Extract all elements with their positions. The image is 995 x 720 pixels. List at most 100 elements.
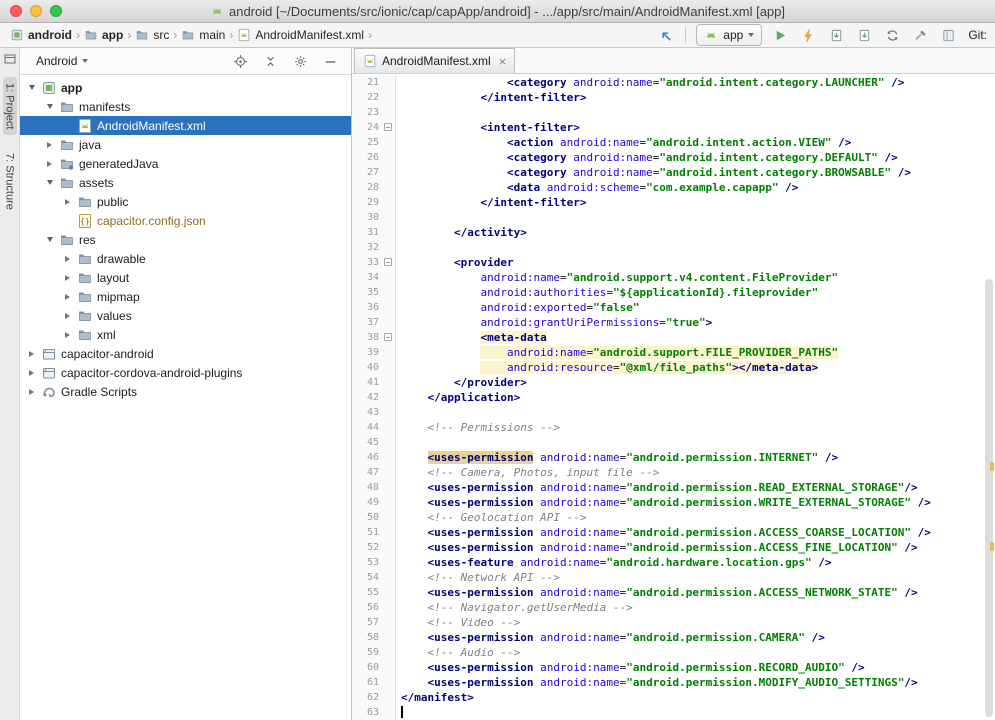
tree-item-capacitor-config-json[interactable]: {}capacitor.config.json: [20, 211, 351, 230]
code-line[interactable]: 32: [352, 240, 995, 255]
code-line[interactable]: 31 </activity>: [352, 225, 995, 240]
hide-panel-icon[interactable]: [322, 53, 339, 70]
code-line[interactable]: 39 android:name="android.support.FILE_PR…: [352, 345, 995, 360]
breadcrumb-item-main[interactable]: main: [179, 27, 227, 43]
code-line[interactable]: 42 </application>: [352, 390, 995, 405]
code-line[interactable]: 37 android:grantUriPermissions="true">: [352, 315, 995, 330]
attach-debugger-button[interactable]: [854, 25, 874, 45]
code-line[interactable]: 38− <meta-data: [352, 330, 995, 345]
apply-changes-button[interactable]: [798, 25, 818, 45]
expand-toggle-icon[interactable]: [44, 142, 55, 148]
breadcrumb-item-android[interactable]: android: [8, 27, 74, 43]
editor-scrollbar[interactable]: [985, 279, 993, 717]
code-line[interactable]: 22 </intent-filter>: [352, 90, 995, 105]
tree-item-app[interactable]: app: [20, 78, 351, 97]
code-line[interactable]: 25 <action android:name="android.intent.…: [352, 135, 995, 150]
expand-toggle-icon[interactable]: [26, 389, 37, 395]
code-line[interactable]: 40 android:resource="@xml/file_paths"></…: [352, 360, 995, 375]
expand-toggle-icon[interactable]: [26, 370, 37, 376]
project-view-selector[interactable]: Android: [36, 54, 77, 68]
code-line[interactable]: 52 <uses-permission android:name="androi…: [352, 540, 995, 555]
minimize-window-button[interactable]: [30, 5, 42, 17]
tree-item-drawable[interactable]: drawable: [20, 249, 351, 268]
expand-toggle-icon[interactable]: [44, 180, 55, 185]
code-line[interactable]: 60 <uses-permission android:name="androi…: [352, 660, 995, 675]
code-line[interactable]: 21 <category android:name="android.inten…: [352, 75, 995, 90]
back-arrow-icon[interactable]: [655, 25, 675, 45]
code-line[interactable]: 28 <data android:scheme="com.example.cap…: [352, 180, 995, 195]
build-button[interactable]: [910, 25, 930, 45]
tool-window-bars-icon[interactable]: [4, 53, 16, 68]
tree-item-gradle-scripts[interactable]: Gradle Scripts: [20, 382, 351, 401]
code-line[interactable]: 23: [352, 105, 995, 120]
code-line[interactable]: 35 android:authorities="${applicationId}…: [352, 285, 995, 300]
zoom-window-button[interactable]: [50, 5, 62, 17]
install-run-button[interactable]: [826, 25, 846, 45]
tab-androidmanifest[interactable]: AndroidManifest.xml ×: [354, 48, 515, 73]
code-line[interactable]: 50 <!-- Geolocation API -->: [352, 510, 995, 525]
expand-toggle-icon[interactable]: [62, 332, 73, 338]
breadcrumb-item-app[interactable]: app: [82, 27, 125, 43]
expand-toggle-icon[interactable]: [44, 161, 55, 167]
collapse-all-icon[interactable]: [262, 53, 279, 70]
code-editor[interactable]: 21 <category android:name="android.inten…: [352, 74, 995, 720]
tree-item-manifests[interactable]: manifests: [20, 97, 351, 116]
breadcrumb-item-androidmanifest-xml[interactable]: AndroidManifest.xml: [235, 27, 366, 43]
gradle-sync-button[interactable]: [882, 25, 902, 45]
code-line[interactable]: 48 <uses-permission android:name="androi…: [352, 480, 995, 495]
code-line[interactable]: 45: [352, 435, 995, 450]
code-line[interactable]: 44 <!-- Permissions -->: [352, 420, 995, 435]
code-line[interactable]: 49 <uses-permission android:name="androi…: [352, 495, 995, 510]
code-line[interactable]: 34 android:name="android.support.v4.cont…: [352, 270, 995, 285]
tree-item-values[interactable]: values: [20, 306, 351, 325]
code-line[interactable]: 58 <uses-permission android:name="androi…: [352, 630, 995, 645]
code-line[interactable]: 56 <!-- Navigator.getUserMedia -->: [352, 600, 995, 615]
expand-toggle-icon[interactable]: [26, 351, 37, 357]
code-line[interactable]: 33− <provider: [352, 255, 995, 270]
tree-item-capacitor-cordova-android-plugins[interactable]: capacitor-cordova-android-plugins: [20, 363, 351, 382]
tree-item-layout[interactable]: layout: [20, 268, 351, 287]
code-line[interactable]: 62</manifest>: [352, 690, 995, 705]
code-line[interactable]: 27 <category android:name="android.inten…: [352, 165, 995, 180]
error-stripe-mark[interactable]: [990, 462, 994, 471]
code-line[interactable]: 55 <uses-permission android:name="androi…: [352, 585, 995, 600]
device-manager-button[interactable]: [938, 25, 958, 45]
settings-icon[interactable]: [292, 53, 309, 70]
locate-file-icon[interactable]: [232, 53, 249, 70]
code-line[interactable]: 54 <!-- Network API -->: [352, 570, 995, 585]
code-line[interactable]: 43: [352, 405, 995, 420]
tree-item-mipmap[interactable]: mipmap: [20, 287, 351, 306]
expand-toggle-icon[interactable]: [62, 256, 73, 262]
expand-toggle-icon[interactable]: [62, 199, 73, 205]
tree-item-java[interactable]: java: [20, 135, 351, 154]
breadcrumb-item-src[interactable]: src: [133, 27, 171, 43]
code-line[interactable]: 47 <!-- Camera, Photos, input file -->: [352, 465, 995, 480]
expand-toggle-icon[interactable]: [44, 104, 55, 109]
tree-item-androidmanifest-xml[interactable]: AndroidManifest.xml: [20, 116, 351, 135]
expand-toggle-icon[interactable]: [62, 313, 73, 319]
run-button[interactable]: [770, 25, 790, 45]
code-line[interactable]: 36 android:exported="false": [352, 300, 995, 315]
tree-item-public[interactable]: public: [20, 192, 351, 211]
close-window-button[interactable]: [10, 5, 22, 17]
expand-toggle-icon[interactable]: [44, 237, 55, 242]
run-config-selector[interactable]: app: [696, 24, 762, 46]
code-line[interactable]: 57 <!-- Video -->: [352, 615, 995, 630]
code-line[interactable]: 51 <uses-permission android:name="androi…: [352, 525, 995, 540]
expand-toggle-icon[interactable]: [26, 85, 37, 90]
code-line[interactable]: 29 </intent-filter>: [352, 195, 995, 210]
expand-toggle-icon[interactable]: [62, 294, 73, 300]
expand-toggle-icon[interactable]: [62, 275, 73, 281]
tree-item-generatedjava[interactable]: generatedJava: [20, 154, 351, 173]
fold-marker-icon[interactable]: −: [384, 123, 392, 131]
stripe-structure-button[interactable]: 7: Structure: [3, 147, 17, 216]
tree-item-capacitor-android[interactable]: capacitor-android: [20, 344, 351, 363]
code-line[interactable]: 24− <intent-filter>: [352, 120, 995, 135]
tree-item-xml[interactable]: xml: [20, 325, 351, 344]
error-stripe-mark[interactable]: [990, 542, 994, 551]
code-line[interactable]: 53 <uses-feature android:name="android.h…: [352, 555, 995, 570]
code-line[interactable]: 26 <category android:name="android.inten…: [352, 150, 995, 165]
code-line[interactable]: 41 </provider>: [352, 375, 995, 390]
fold-marker-icon[interactable]: −: [384, 258, 392, 266]
stripe-project-button[interactable]: 1: Project: [3, 77, 17, 135]
